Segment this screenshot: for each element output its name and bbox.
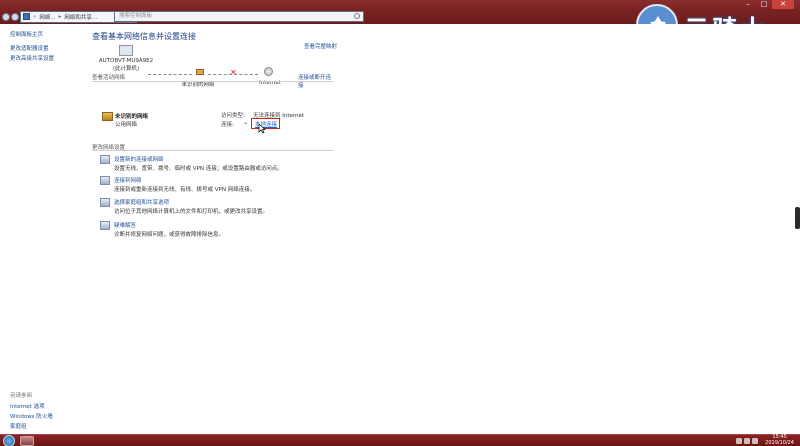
homegroup-sharing-link[interactable]: 选择家庭组和共享选项 [114, 198, 169, 206]
breadcrumb-separator-icon: « [33, 13, 37, 20]
troubleshoot-desc: 诊断并修复网络问题，或获得故障排除信息。 [114, 232, 225, 238]
active-network-type[interactable]: 公用网络 [115, 120, 137, 128]
troubleshoot-link[interactable]: 疑难解答 [114, 221, 136, 229]
ethernet-connection-icon: ⌁ [244, 120, 248, 127]
computer-icon [119, 45, 133, 56]
tray-flag-icon[interactable] [736, 438, 742, 444]
active-network-name: 未识别的网络 [115, 114, 149, 120]
map-this-computer: AUTOBVT-MU9A9E2 (此计算机) [98, 45, 154, 72]
connect-network-link[interactable]: 连接到网络 [114, 176, 142, 184]
section-divider [92, 81, 334, 82]
taskbar-clock[interactable]: 15:45 2019/10/24 [765, 434, 794, 446]
taskbar: 15:45 2019/10/24 [0, 434, 800, 446]
computer-sub: (此计算机) [112, 66, 140, 72]
tray-volume-icon[interactable] [752, 438, 758, 444]
see-also-heading: 另请参阅 [10, 393, 33, 399]
troubleshoot-icon [100, 221, 110, 230]
active-networks-heading: 查看活动网络 [92, 75, 126, 81]
internet-options-link[interactable]: Internet 选项 [10, 402, 45, 410]
main-content: 查看基本网络信息并设置连接 查看完整映射 AUTOBVT-MU9A9E2 (此计… [82, 24, 800, 434]
clock-date: 2019/10/24 [765, 439, 794, 446]
homegroup-icon [100, 198, 110, 207]
network-folder-icon [23, 13, 30, 20]
search-icon[interactable] [354, 13, 360, 19]
access-type-label: 访问类型: [221, 113, 245, 119]
disconnected-x-icon: ✕ [230, 68, 237, 77]
breadcrumb-separator-icon: ▸ [58, 13, 62, 20]
forward-button[interactable] [11, 12, 19, 21]
homegroup-link[interactable]: 家庭组 [10, 422, 27, 430]
windows-firewall-link[interactable]: Windows 防火墙 [10, 412, 53, 420]
mouse-cursor-icon [258, 123, 266, 134]
setup-connection-desc: 设置无线、宽带、拨号、临时或 VPN 连接；或设置路由器或访问点。 [114, 166, 283, 172]
search-placeholder: 搜索控制面板 [119, 13, 153, 19]
back-button[interactable] [2, 12, 10, 21]
breadcrumb-network[interactable]: 网络... [39, 13, 55, 21]
connections-label: 连接: [221, 122, 234, 128]
change-adapter-settings-link[interactable]: 更改适配器设置 [10, 44, 49, 52]
unidentified-network-icon [196, 69, 204, 75]
left-navigation-pane: 控制面板主页 更改适配器设置 更改高级共享设置 另请参阅 Internet 选项… [0, 24, 82, 434]
control-panel-home-link[interactable]: 控制面板主页 [10, 30, 43, 38]
new-connection-icon [100, 155, 110, 164]
setup-connection-link[interactable]: 设置新的连接或网络 [114, 155, 164, 163]
taskbar-explorer-button[interactable] [20, 436, 34, 446]
page-title: 查看基本网络信息并设置连接 [92, 32, 196, 41]
change-advanced-sharing-link[interactable]: 更改高级共享设置 [10, 54, 54, 62]
tray-network-icon[interactable] [744, 438, 750, 444]
see-full-map-link[interactable]: 查看完整映射 [304, 42, 337, 50]
start-button[interactable] [3, 435, 15, 446]
vertical-scrollbar[interactable] [795, 207, 800, 229]
search-input[interactable]: 搜索控制面板 [114, 11, 364, 22]
map-link-line [148, 74, 192, 75]
connect-network-desc: 连接到或重新连接到无线、有线、拨号或 VPN 网络连接。 [114, 187, 256, 193]
breadcrumb-sharing-center[interactable]: 网络和共享... [64, 13, 97, 21]
public-network-bench-icon [102, 112, 113, 121]
homegroup-sharing-desc: 访问位于其他网络计算机上的文件和打印机，或更改共享设置。 [114, 209, 269, 215]
internet-globe-icon [264, 67, 273, 76]
section-divider [92, 150, 334, 151]
address-bar[interactable]: « 网络... ▸ 网络和共享... [20, 10, 128, 23]
connect-network-icon [100, 176, 110, 185]
